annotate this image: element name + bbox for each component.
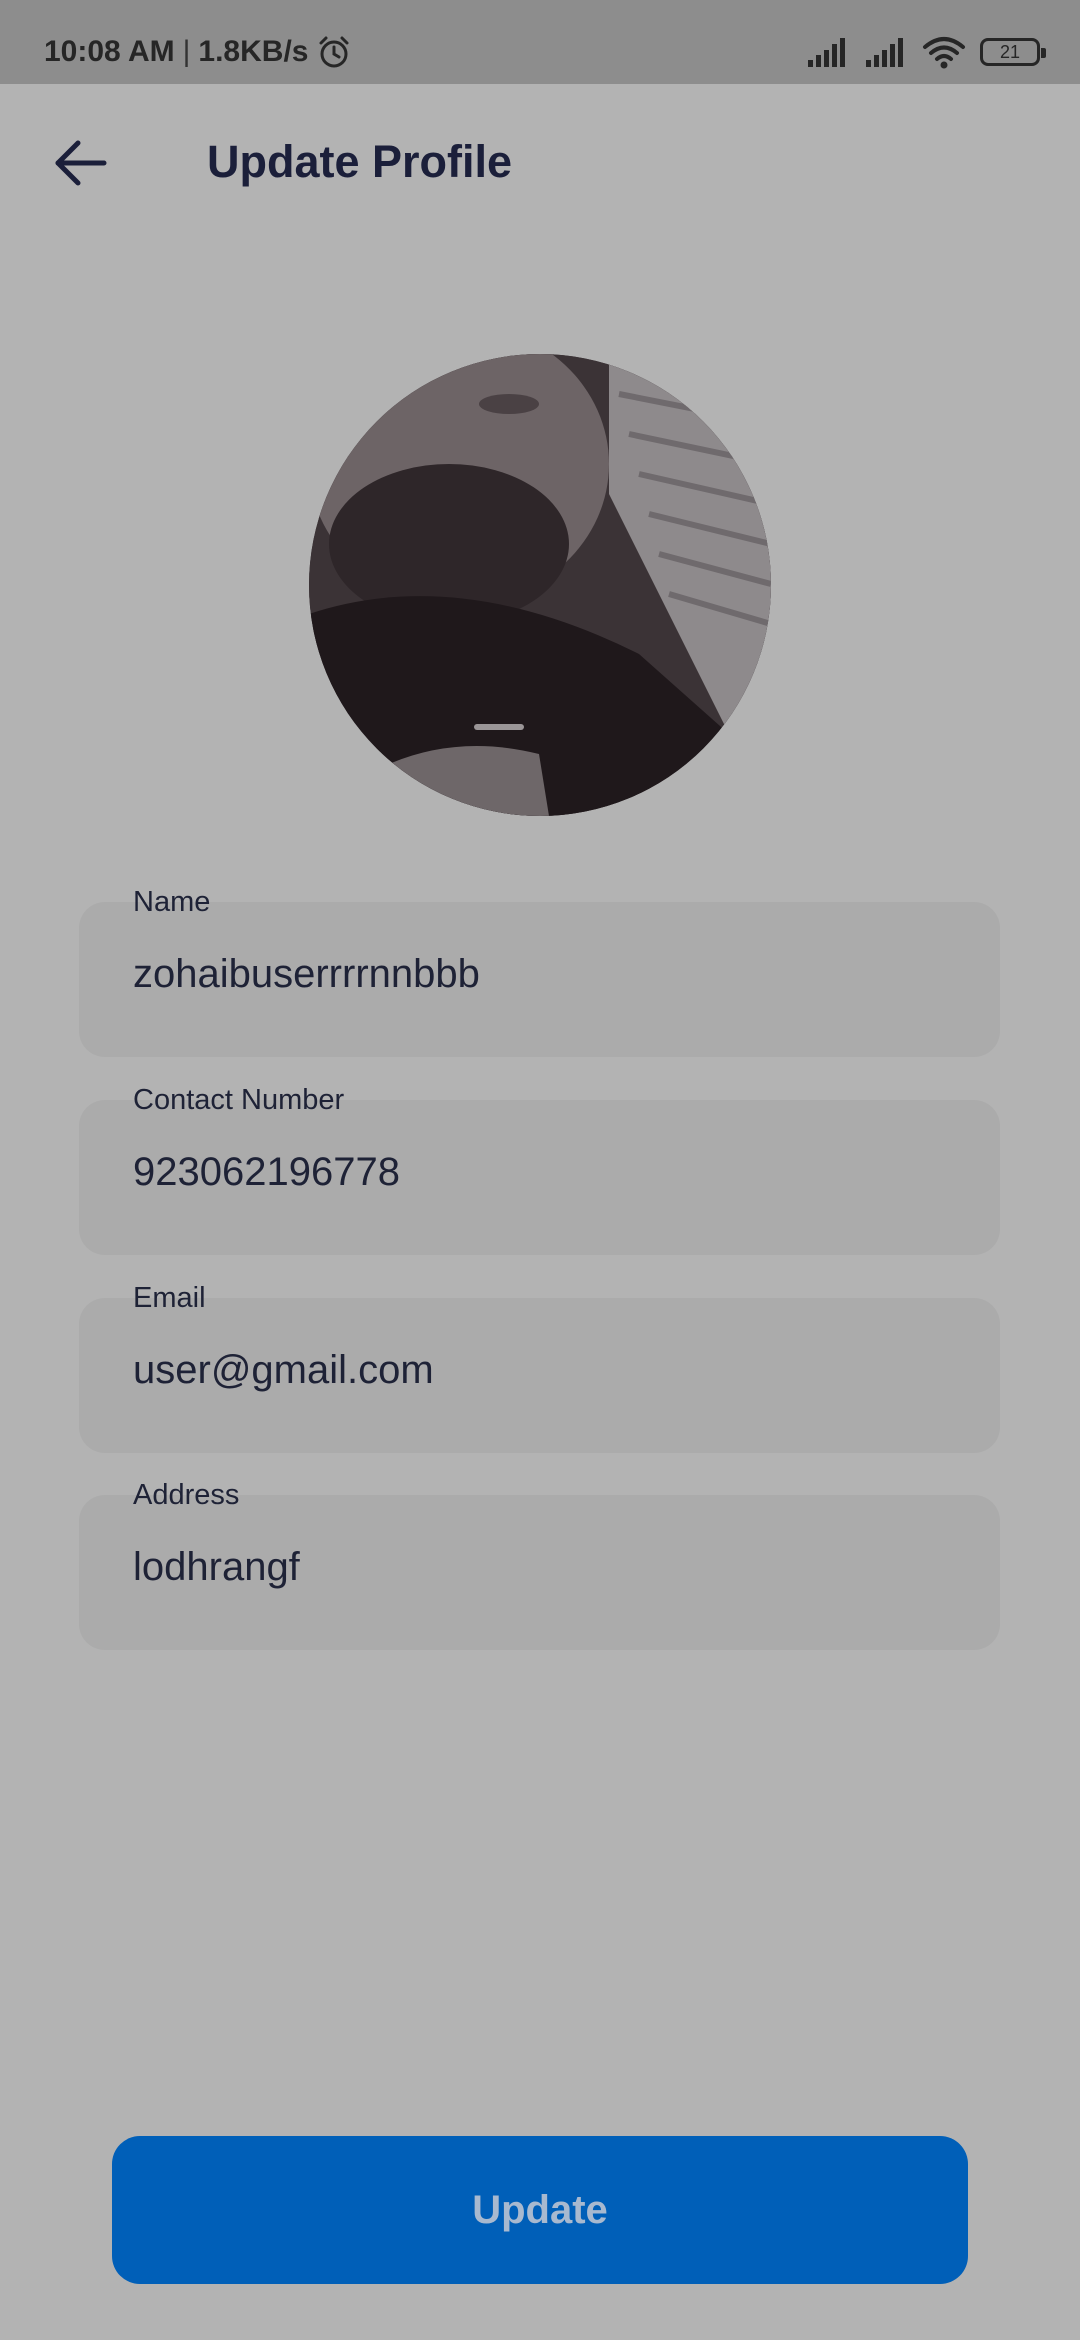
signal-icon <box>864 36 908 68</box>
status-time: 10:08 AM <box>44 35 175 68</box>
contact-number-field[interactable]: 923062196778 <box>79 1100 1000 1255</box>
app-bar: Update Profile <box>0 84 1080 244</box>
address-field[interactable]: lodhrangf <box>79 1495 1000 1650</box>
network-speed: 1.8KB/s <box>198 35 309 68</box>
update-profile-screen: 10:08 AM | 1.8KB/s 21 Update Profile zoh… <box>0 0 1080 2340</box>
arrow-left-icon <box>52 138 108 193</box>
battery-icon: 21 <box>980 38 1046 66</box>
profile-avatar[interactable] <box>309 354 771 816</box>
update-button[interactable]: Update <box>112 2136 968 2284</box>
alarm-icon <box>316 34 352 70</box>
address-label: Address <box>133 1479 240 1511</box>
status-right: 21 <box>806 30 1046 74</box>
email-field[interactable]: user@gmail.com <box>79 1298 1000 1453</box>
email-value[interactable]: user@gmail.com <box>133 1348 434 1393</box>
email-label: Email <box>133 1282 206 1314</box>
battery-level: 21 <box>999 41 1021 62</box>
name-field[interactable]: zohaibuserrrrnnbbb <box>79 902 1000 1057</box>
page-title: Update Profile <box>207 136 513 187</box>
contact-number-label: Contact Number <box>133 1084 345 1116</box>
wifi-icon <box>922 35 966 69</box>
name-label: Name <box>133 886 211 918</box>
contact-number-value[interactable]: 923062196778 <box>133 1150 400 1195</box>
back-button[interactable] <box>40 130 120 200</box>
status-separator: | <box>182 35 191 68</box>
name-value[interactable]: zohaibuserrrrnnbbb <box>133 952 480 997</box>
status-left: 10:08 AM | 1.8KB/s <box>44 30 352 74</box>
status-bar: 10:08 AM | 1.8KB/s 21 <box>0 0 1080 84</box>
signal-icon <box>806 36 850 68</box>
address-value[interactable]: lodhrangf <box>133 1545 300 1590</box>
